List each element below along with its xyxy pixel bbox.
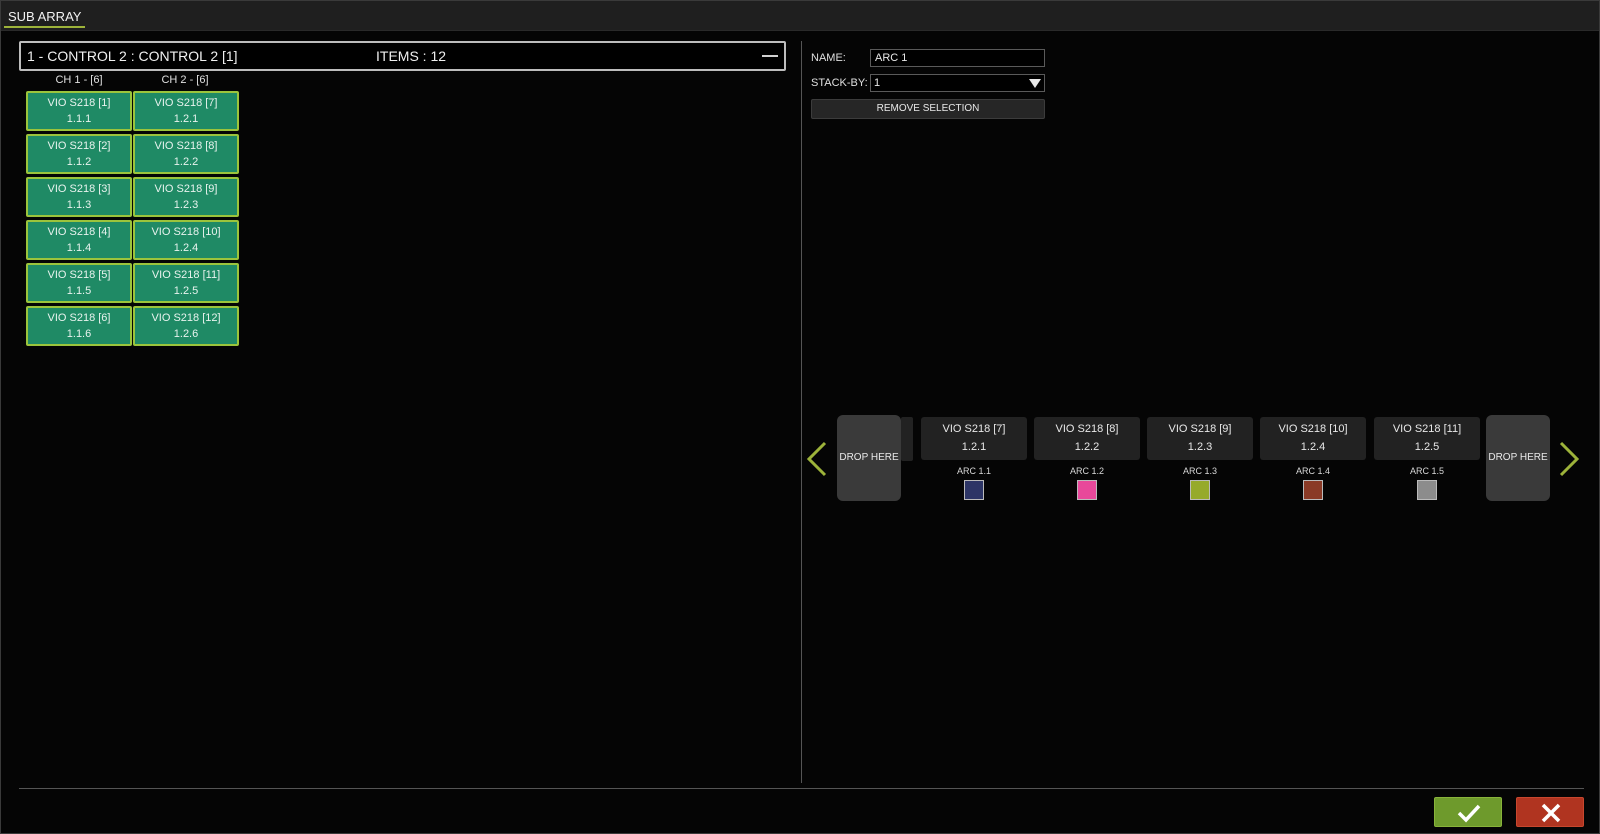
name-input[interactable]	[870, 49, 1045, 67]
arc-label: ARC 1.3	[1182, 466, 1217, 476]
drop-zone-left[interactable]: DROP HERE	[837, 415, 901, 501]
panel-divider	[801, 41, 802, 783]
drop-zone-right[interactable]: DROP HERE	[1486, 415, 1550, 501]
title-bar: SUB ARRAY	[1, 1, 1599, 31]
arc-slot-card[interactable]: VIO S218 [7] 1.2.1	[921, 417, 1027, 460]
close-icon	[1541, 803, 1561, 823]
cabinet-cell[interactable]: VIO S218 [12] 1.2.6	[133, 306, 239, 346]
arc-label: ARC 1.1	[956, 466, 991, 476]
cabinet-cell[interactable]: VIO S218 [9] 1.2.3	[133, 177, 239, 217]
color-swatch[interactable]	[1417, 480, 1437, 500]
stack-by-label: STACK-BY:	[811, 77, 868, 89]
cabinet-cell[interactable]: VIO S218 [11] 1.2.5	[133, 263, 239, 303]
name-label: NAME:	[811, 52, 846, 64]
tab-sub-array[interactable]: SUB ARRAY	[4, 7, 86, 28]
group-item-count: ITEMS : 12	[376, 48, 447, 64]
color-swatch[interactable]	[1303, 480, 1323, 500]
stack-by-select[interactable]: 1	[870, 74, 1045, 92]
group-header[interactable]: 1 - CONTROL 2 : CONTROL 2 [1] ITEMS : 12	[19, 41, 786, 71]
arc-slot[interactable]: VIO S218 [7] 1.2.1 ARC 1.1	[921, 417, 1027, 500]
cabinet-cell[interactable]: VIO S218 [4] 1.1.4	[26, 220, 132, 260]
color-swatch[interactable]	[964, 480, 984, 500]
arc-slot[interactable]: VIO S218 [8] 1.2.2 ARC 1.2	[1034, 417, 1140, 500]
arc-slot-card[interactable]: VIO S218 [11] 1.2.5	[1374, 417, 1480, 460]
collapse-icon[interactable]	[762, 55, 778, 57]
footer-divider	[19, 788, 1584, 789]
cancel-button[interactable]	[1516, 797, 1584, 827]
arc-slot[interactable]: VIO S218 [10] 1.2.4 ARC 1.4	[1260, 417, 1366, 500]
cabinet-cell[interactable]: VIO S218 [7] 1.2.1	[133, 91, 239, 131]
stack-by-value: 1	[874, 77, 881, 89]
arc-slot-card[interactable]: VIO S218 [9] 1.2.3	[1147, 417, 1253, 460]
arc-slot-card[interactable]: VIO S218 [10] 1.2.4	[1260, 417, 1366, 460]
cabinet-cell[interactable]: VIO S218 [1] 1.1.1	[26, 91, 132, 131]
cabinet-cell[interactable]: VIO S218 [6] 1.1.6	[26, 306, 132, 346]
group-title: 1 - CONTROL 2 : CONTROL 2 [1]	[27, 48, 238, 64]
chevron-left-icon[interactable]	[803, 439, 833, 479]
check-icon	[1457, 804, 1481, 823]
cabinet-cell[interactable]: VIO S218 [3] 1.1.3	[26, 177, 132, 217]
channel-label-1: CH 1 - [6]	[55, 74, 103, 86]
remove-selection-button[interactable]: REMOVE SELECTION	[811, 99, 1045, 119]
arc-label: ARC 1.5	[1409, 466, 1444, 476]
channel-label-2: CH 2 - [6]	[161, 74, 209, 86]
sub-array-window: SUB ARRAY 1 - CONTROL 2 : CONTROL 2 [1] …	[0, 0, 1600, 834]
chevron-right-icon[interactable]	[1553, 439, 1583, 479]
cabinet-cell[interactable]: VIO S218 [8] 1.2.2	[133, 134, 239, 174]
color-swatch[interactable]	[1190, 480, 1210, 500]
color-swatch[interactable]	[1077, 480, 1097, 500]
arc-label: ARC 1.2	[1069, 466, 1104, 476]
cabinet-cell[interactable]: VIO S218 [10] 1.2.4	[133, 220, 239, 260]
cabinet-cell[interactable]: VIO S218 [2] 1.1.2	[26, 134, 132, 174]
dropdown-arrow-icon	[1029, 79, 1041, 88]
cabinet-cell[interactable]: VIO S218 [5] 1.1.5	[26, 263, 132, 303]
arc-slot[interactable]: VIO S218 [11] 1.2.5 ARC 1.5	[1374, 417, 1480, 500]
ok-button[interactable]	[1434, 797, 1502, 827]
partial-slot	[901, 417, 913, 461]
arc-label: ARC 1.4	[1295, 466, 1330, 476]
arc-slot[interactable]: VIO S218 [9] 1.2.3 ARC 1.3	[1147, 417, 1253, 500]
arc-slot-card[interactable]: VIO S218 [8] 1.2.2	[1034, 417, 1140, 460]
